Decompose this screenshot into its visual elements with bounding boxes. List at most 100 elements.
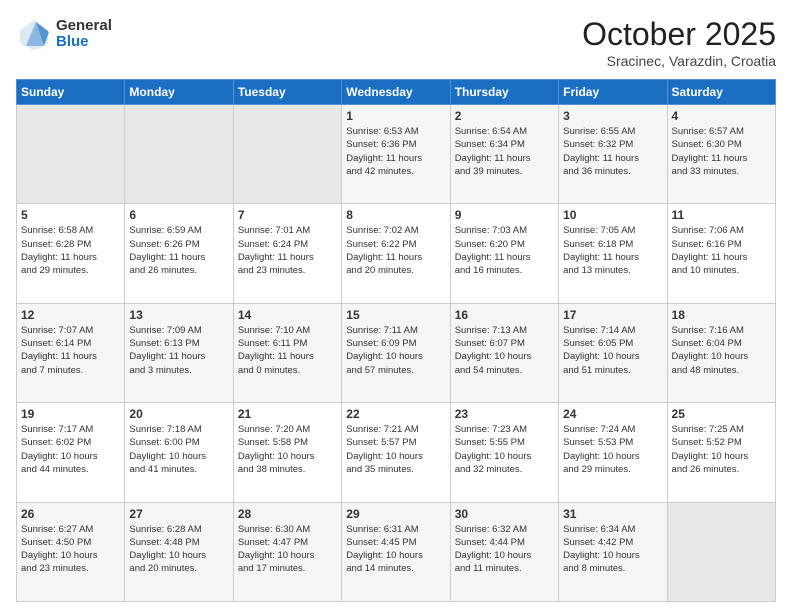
day-number: 28 (238, 507, 337, 521)
day-cell (17, 105, 125, 204)
day-info: Sunrise: 7:21 AM Sunset: 5:57 PM Dayligh… (346, 423, 445, 476)
day-number: 2 (455, 109, 554, 123)
day-cell: 26 Sunrise: 6:27 AM Sunset: 4:50 PM Dayli… (17, 502, 125, 601)
logo-text: General Blue (56, 18, 112, 51)
day-number: 26 (21, 507, 120, 521)
day-number: 22 (346, 407, 445, 421)
day-cell: 24 Sunrise: 7:24 AM Sunset: 5:53 PM Dayli… (559, 403, 667, 502)
day-number: 10 (563, 208, 662, 222)
day-number: 16 (455, 308, 554, 322)
day-cell: 15 Sunrise: 7:11 AM Sunset: 6:09 PM Dayli… (342, 303, 450, 402)
week-row-4: 26 Sunrise: 6:27 AM Sunset: 4:50 PM Dayli… (17, 502, 776, 601)
title-block: October 2025 Sracinec, Varazdin, Croatia (582, 16, 776, 69)
col-sunday: Sunday (17, 80, 125, 105)
day-cell (667, 502, 775, 601)
day-info: Sunrise: 6:28 AM Sunset: 4:48 PM Dayligh… (129, 523, 228, 576)
day-info: Sunrise: 7:24 AM Sunset: 5:53 PM Dayligh… (563, 423, 662, 476)
day-number: 30 (455, 507, 554, 521)
day-number: 21 (238, 407, 337, 421)
day-cell: 31 Sunrise: 6:34 AM Sunset: 4:42 PM Dayli… (559, 502, 667, 601)
day-info: Sunrise: 6:30 AM Sunset: 4:47 PM Dayligh… (238, 523, 337, 576)
day-info: Sunrise: 7:01 AM Sunset: 6:24 PM Dayligh… (238, 224, 337, 277)
day-info: Sunrise: 6:59 AM Sunset: 6:26 PM Dayligh… (129, 224, 228, 277)
day-cell: 11Sunrise: 7:06 AM Sunset: 6:16 PM Dayli… (667, 204, 775, 303)
day-cell: 18 Sunrise: 7:16 AM Sunset: 6:04 PM Dayli… (667, 303, 775, 402)
day-cell: 3Sunrise: 6:55 AM Sunset: 6:32 PM Daylig… (559, 105, 667, 204)
day-cell: 4Sunrise: 6:57 AM Sunset: 6:30 PM Daylig… (667, 105, 775, 204)
day-number: 6 (129, 208, 228, 222)
day-number: 3 (563, 109, 662, 123)
day-info: Sunrise: 7:25 AM Sunset: 5:52 PM Dayligh… (672, 423, 771, 476)
day-cell: 22 Sunrise: 7:21 AM Sunset: 5:57 PM Dayli… (342, 403, 450, 502)
day-number: 9 (455, 208, 554, 222)
calendar-body: 1 Sunrise: 6:53 AM Sunset: 6:36 PM Daylig… (17, 105, 776, 602)
week-row-2: 12Sunrise: 7:07 AM Sunset: 6:14 PM Dayli… (17, 303, 776, 402)
day-cell: 7Sunrise: 7:01 AM Sunset: 6:24 PM Daylig… (233, 204, 341, 303)
day-info: Sunrise: 7:07 AM Sunset: 6:14 PM Dayligh… (21, 324, 120, 377)
day-info: Sunrise: 7:17 AM Sunset: 6:02 PM Dayligh… (21, 423, 120, 476)
header-row: Sunday Monday Tuesday Wednesday Thursday… (17, 80, 776, 105)
day-info: Sunrise: 7:02 AM Sunset: 6:22 PM Dayligh… (346, 224, 445, 277)
day-number: 4 (672, 109, 771, 123)
day-number: 29 (346, 507, 445, 521)
day-number: 18 (672, 308, 771, 322)
day-number: 8 (346, 208, 445, 222)
col-monday: Monday (125, 80, 233, 105)
day-info: Sunrise: 7:05 AM Sunset: 6:18 PM Dayligh… (563, 224, 662, 277)
day-info: Sunrise: 6:27 AM Sunset: 4:50 PM Dayligh… (21, 523, 120, 576)
day-number: 24 (563, 407, 662, 421)
day-cell (233, 105, 341, 204)
day-cell: 12Sunrise: 7:07 AM Sunset: 6:14 PM Dayli… (17, 303, 125, 402)
day-info: Sunrise: 6:53 AM Sunset: 6:36 PM Dayligh… (346, 125, 445, 178)
day-info: Sunrise: 7:18 AM Sunset: 6:00 PM Dayligh… (129, 423, 228, 476)
day-number: 1 (346, 109, 445, 123)
day-info: Sunrise: 7:03 AM Sunset: 6:20 PM Dayligh… (455, 224, 554, 277)
day-number: 15 (346, 308, 445, 322)
day-cell: 14Sunrise: 7:10 AM Sunset: 6:11 PM Dayli… (233, 303, 341, 402)
day-number: 13 (129, 308, 228, 322)
day-number: 20 (129, 407, 228, 421)
day-info: Sunrise: 6:34 AM Sunset: 4:42 PM Dayligh… (563, 523, 662, 576)
day-cell: 30 Sunrise: 6:32 AM Sunset: 4:44 PM Dayli… (450, 502, 558, 601)
col-wednesday: Wednesday (342, 80, 450, 105)
day-number: 14 (238, 308, 337, 322)
calendar-table: Sunday Monday Tuesday Wednesday Thursday… (16, 79, 776, 602)
day-cell: 16Sunrise: 7:13 AM Sunset: 6:07 PM Dayli… (450, 303, 558, 402)
day-number: 11 (672, 208, 771, 222)
day-number: 31 (563, 507, 662, 521)
calendar-header: Sunday Monday Tuesday Wednesday Thursday… (17, 80, 776, 105)
day-cell: 5Sunrise: 6:58 AM Sunset: 6:28 PM Daylig… (17, 204, 125, 303)
day-cell (125, 105, 233, 204)
day-number: 5 (21, 208, 120, 222)
day-number: 25 (672, 407, 771, 421)
day-cell: 19Sunrise: 7:17 AM Sunset: 6:02 PM Dayli… (17, 403, 125, 502)
day-cell: 21Sunrise: 7:20 AM Sunset: 5:58 PM Dayli… (233, 403, 341, 502)
day-info: Sunrise: 7:11 AM Sunset: 6:09 PM Dayligh… (346, 324, 445, 377)
day-cell: 6 Sunrise: 6:59 AM Sunset: 6:26 PM Daylig… (125, 204, 233, 303)
location: Sracinec, Varazdin, Croatia (582, 53, 776, 69)
day-info: Sunrise: 7:16 AM Sunset: 6:04 PM Dayligh… (672, 324, 771, 377)
logo: General Blue (16, 16, 112, 52)
day-cell: 17Sunrise: 7:14 AM Sunset: 6:05 PM Dayli… (559, 303, 667, 402)
day-cell: 10 Sunrise: 7:05 AM Sunset: 6:18 PM Dayli… (559, 204, 667, 303)
week-row-0: 1 Sunrise: 6:53 AM Sunset: 6:36 PM Daylig… (17, 105, 776, 204)
col-saturday: Saturday (667, 80, 775, 105)
logo-icon (16, 16, 52, 52)
col-thursday: Thursday (450, 80, 558, 105)
day-cell: 28 Sunrise: 6:30 AM Sunset: 4:47 PM Dayli… (233, 502, 341, 601)
header: General Blue October 2025 Sracinec, Vara… (16, 16, 776, 69)
col-tuesday: Tuesday (233, 80, 341, 105)
day-cell: 1 Sunrise: 6:53 AM Sunset: 6:36 PM Daylig… (342, 105, 450, 204)
day-cell: 23Sunrise: 7:23 AM Sunset: 5:55 PM Dayli… (450, 403, 558, 502)
day-cell: 20 Sunrise: 7:18 AM Sunset: 6:00 PM Dayli… (125, 403, 233, 502)
day-cell: 13Sunrise: 7:09 AM Sunset: 6:13 PM Dayli… (125, 303, 233, 402)
day-number: 27 (129, 507, 228, 521)
day-info: Sunrise: 6:32 AM Sunset: 4:44 PM Dayligh… (455, 523, 554, 576)
page: General Blue October 2025 Sracinec, Vara… (0, 0, 792, 612)
day-cell: 8 Sunrise: 7:02 AM Sunset: 6:22 PM Daylig… (342, 204, 450, 303)
logo-general-text: General (56, 18, 112, 35)
day-cell: 27 Sunrise: 6:28 AM Sunset: 4:48 PM Dayli… (125, 502, 233, 601)
day-info: Sunrise: 7:14 AM Sunset: 6:05 PM Dayligh… (563, 324, 662, 377)
week-row-1: 5Sunrise: 6:58 AM Sunset: 6:28 PM Daylig… (17, 204, 776, 303)
day-cell: 2Sunrise: 6:54 AM Sunset: 6:34 PM Daylig… (450, 105, 558, 204)
